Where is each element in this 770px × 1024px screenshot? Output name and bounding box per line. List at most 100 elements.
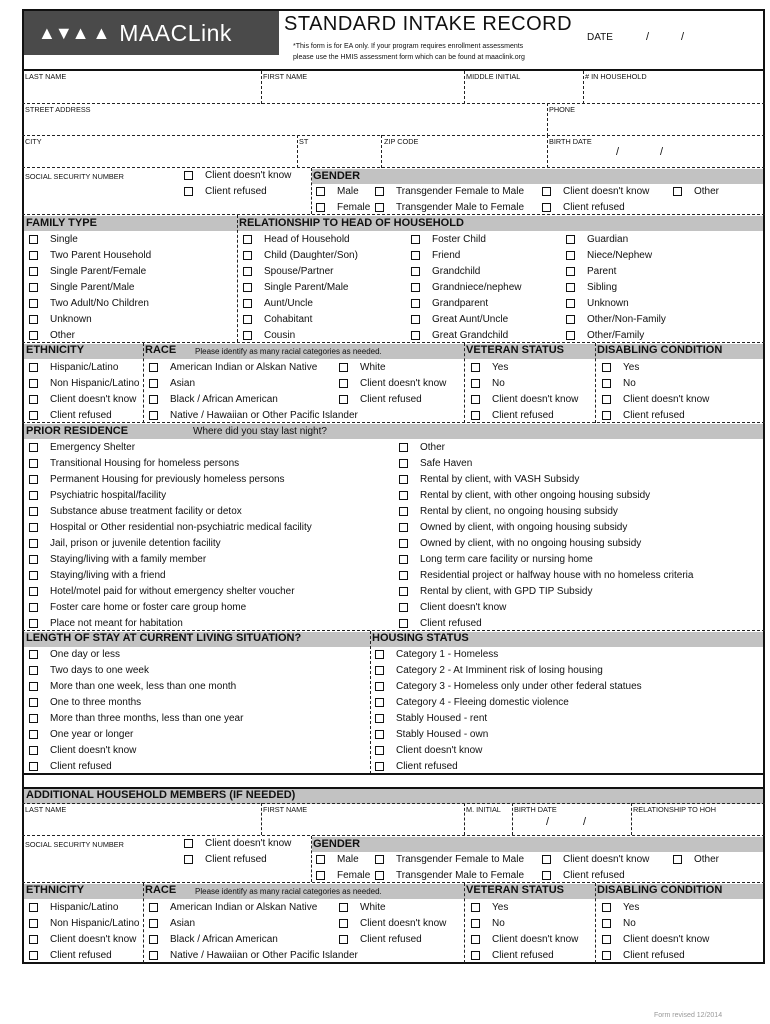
checkbox[interactable] xyxy=(602,919,611,928)
checkbox[interactable] xyxy=(149,363,158,372)
checkbox[interactable] xyxy=(29,730,38,739)
checkbox[interactable] xyxy=(29,491,38,500)
add-disabling-option[interactable]: No xyxy=(602,918,636,929)
prior-residence-option[interactable]: Safe Haven xyxy=(399,458,472,469)
veteran-option[interactable]: Client doesn't know xyxy=(471,394,578,405)
checkbox[interactable] xyxy=(411,283,420,292)
prior-residence-option[interactable]: Rental by client, no ongoing housing sub… xyxy=(399,506,618,517)
housing-status-option[interactable]: Category 2 - At Imminent risk of losing … xyxy=(375,665,603,676)
length-of-stay-option[interactable]: Client doesn't know xyxy=(29,745,136,756)
disabling-option[interactable]: Client doesn't know xyxy=(602,394,709,405)
relationship-option[interactable]: Foster Child xyxy=(411,234,486,245)
checkbox[interactable] xyxy=(29,698,38,707)
add-relationship-field[interactable] xyxy=(633,815,761,833)
checkbox[interactable] xyxy=(566,251,575,260)
add-race-option[interactable]: White xyxy=(339,902,386,913)
checkbox[interactable] xyxy=(29,363,38,372)
checkbox[interactable] xyxy=(375,698,384,707)
prior-residence-option[interactable]: Psychiatric hospital/facility xyxy=(29,490,166,501)
checkbox[interactable] xyxy=(29,459,38,468)
add-race-option[interactable]: Black / African American xyxy=(149,934,278,945)
checkbox[interactable] xyxy=(399,555,408,564)
add-race-option[interactable]: American Indian or Alskan Native xyxy=(149,902,317,913)
housing-status-option[interactable]: Stably Housed - own xyxy=(375,729,488,740)
checkbox[interactable] xyxy=(29,587,38,596)
checkbox[interactable] xyxy=(316,871,325,880)
race-option[interactable]: Black / African American xyxy=(149,394,278,405)
checkbox[interactable] xyxy=(29,379,38,388)
checkbox[interactable] xyxy=(566,267,575,276)
prior-residence-option[interactable]: Staying/living with a family member xyxy=(29,554,206,565)
race-option[interactable]: American Indian or Alskan Native xyxy=(149,362,317,373)
checkbox[interactable] xyxy=(411,251,420,260)
family-type-option[interactable]: Two Adult/No Children xyxy=(29,298,149,309)
add-veteran-option[interactable]: Client refused xyxy=(471,950,554,961)
relationship-option[interactable]: Grandniece/nephew xyxy=(411,282,522,293)
family-type-option[interactable]: Other xyxy=(29,330,75,341)
checkbox[interactable] xyxy=(566,315,575,324)
length-of-stay-option[interactable]: Two days to one week xyxy=(29,665,149,676)
checkbox[interactable] xyxy=(471,935,480,944)
prior-residence-option[interactable]: Hotel/motel paid for without emergency s… xyxy=(29,586,295,597)
length-of-stay-option[interactable]: One year or longer xyxy=(29,729,133,740)
length-of-stay-option[interactable]: More than one week, less than one month xyxy=(29,681,236,692)
add-veteran-option[interactable]: No xyxy=(471,918,505,929)
length-of-stay-option[interactable]: One to three months xyxy=(29,697,141,708)
checkbox[interactable] xyxy=(316,855,325,864)
relationship-option[interactable]: Great Grandchild xyxy=(411,330,508,341)
family-type-option[interactable]: Two Parent Household xyxy=(29,250,151,261)
add-ssn-field[interactable] xyxy=(25,851,175,876)
ssn-option[interactable]: Client doesn't know xyxy=(184,170,291,181)
gender-option[interactable]: Female xyxy=(316,202,370,213)
checkbox[interactable] xyxy=(566,283,575,292)
housing-status-option[interactable]: Category 4 - Fleeing domestic violence xyxy=(375,697,569,708)
state-field[interactable] xyxy=(299,147,379,167)
add-gender-option[interactable]: Client doesn't know xyxy=(542,854,649,865)
checkbox[interactable] xyxy=(375,855,384,864)
family-type-option[interactable]: Single xyxy=(29,234,78,245)
checkbox[interactable] xyxy=(602,951,611,960)
gender-option[interactable]: Other xyxy=(673,186,719,197)
prior-residence-option[interactable]: Other xyxy=(399,442,445,453)
checkbox[interactable] xyxy=(375,871,384,880)
checkbox[interactable] xyxy=(471,363,480,372)
add-ssn-option[interactable]: Client refused xyxy=(184,854,267,865)
checkbox[interactable] xyxy=(29,903,38,912)
checkbox[interactable] xyxy=(411,299,420,308)
family-type-option[interactable]: Unknown xyxy=(29,314,92,325)
checkbox[interactable] xyxy=(471,919,480,928)
relationship-option[interactable]: Sibling xyxy=(566,282,617,293)
prior-residence-option[interactable]: Staying/living with a friend xyxy=(29,570,166,581)
checkbox[interactable] xyxy=(149,395,158,404)
add-gender-option[interactable]: Female xyxy=(316,870,370,881)
checkbox[interactable] xyxy=(149,411,158,420)
relationship-option[interactable]: Friend xyxy=(411,250,460,261)
checkbox[interactable] xyxy=(243,283,252,292)
add-ssn-option[interactable]: Client doesn't know xyxy=(184,838,291,849)
checkbox[interactable] xyxy=(375,682,384,691)
housing-status-option[interactable]: Client doesn't know xyxy=(375,745,482,756)
relationship-option[interactable]: Great Aunt/Uncle xyxy=(411,314,508,325)
checkbox[interactable] xyxy=(339,935,348,944)
middle-initial-field[interactable] xyxy=(466,82,581,102)
checkbox[interactable] xyxy=(29,714,38,723)
add-ethnicity-option[interactable]: Hispanic/Latino xyxy=(29,902,118,913)
add-birth-date-field[interactable] xyxy=(514,815,629,833)
prior-residence-option[interactable]: Owned by client, with ongoing housing su… xyxy=(399,522,627,533)
checkbox[interactable] xyxy=(339,919,348,928)
checkbox[interactable] xyxy=(399,475,408,484)
first-name-field[interactable] xyxy=(263,82,463,102)
date-input[interactable] xyxy=(585,30,755,60)
checkbox[interactable] xyxy=(149,919,158,928)
length-of-stay-option[interactable]: More than three months, less than one ye… xyxy=(29,713,243,724)
checkbox[interactable] xyxy=(602,379,611,388)
checkbox[interactable] xyxy=(243,331,252,340)
add-race-option[interactable]: Native / Hawaiian or Other Pacific Islan… xyxy=(149,950,358,961)
checkbox[interactable] xyxy=(29,951,38,960)
checkbox[interactable] xyxy=(316,203,325,212)
checkbox[interactable] xyxy=(149,951,158,960)
household-count-field[interactable] xyxy=(585,82,760,102)
checkbox[interactable] xyxy=(399,523,408,532)
checkbox[interactable] xyxy=(29,619,38,628)
checkbox[interactable] xyxy=(29,762,38,771)
